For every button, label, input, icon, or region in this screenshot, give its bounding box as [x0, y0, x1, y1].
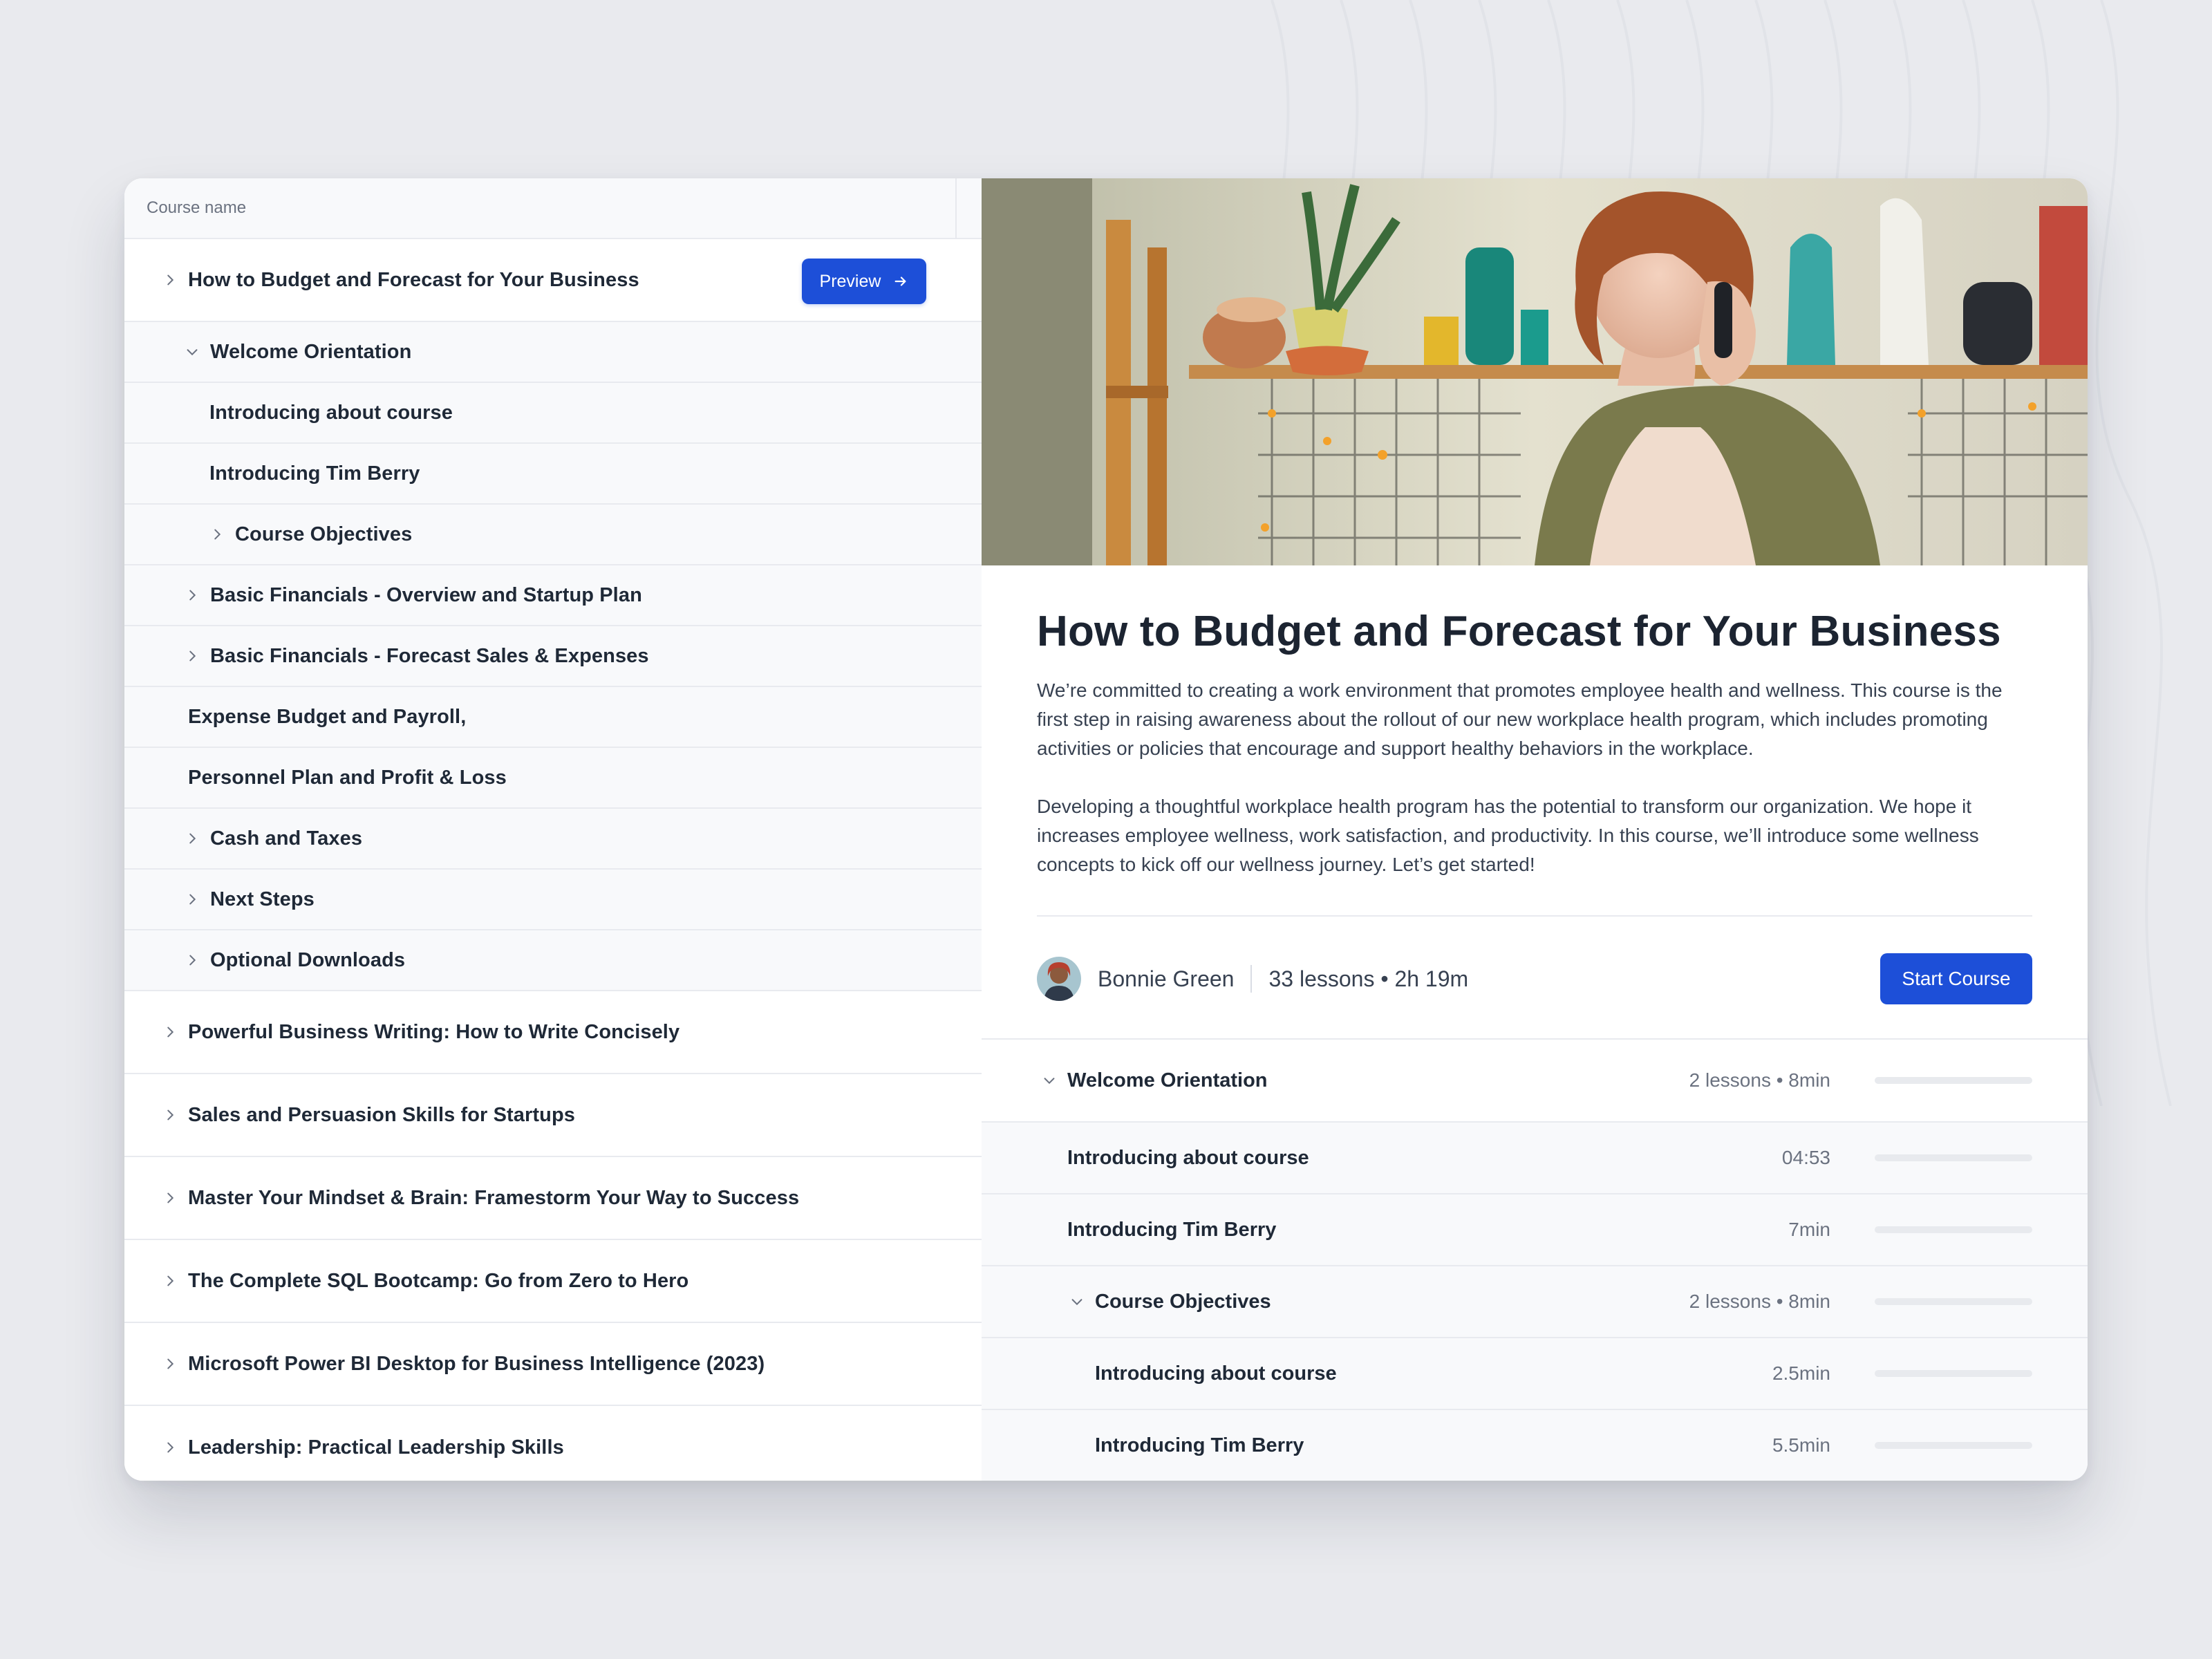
course-title: How to Budget and Forecast for Your Busi… — [188, 268, 639, 291]
meta-separator — [1250, 965, 1253, 993]
start-course-button[interactable]: Start Course — [1880, 953, 2032, 1004]
chevron-right-icon[interactable] — [205, 522, 229, 547]
outline-lesson[interactable]: Introducing about course 2.5min — [982, 1337, 2088, 1409]
lesson-row-introducing-tim-berry[interactable]: Introducing Tim Berry — [124, 444, 982, 505]
course-row[interactable]: The Complete SQL Bootcamp: Go from Zero … — [124, 1240, 982, 1323]
course-card: Course name How to Budget and Forecast f… — [124, 178, 2088, 1481]
outline-section-welcome-orientation[interactable]: Welcome Orientation 2 lessons • 8min — [982, 1038, 2088, 1121]
lesson-outline: Welcome Orientation 2 lessons • 8min Int… — [982, 1038, 2088, 1481]
description-paragraph: We’re committed to creating a work envir… — [1037, 679, 2003, 759]
course-name-column-header: Course name — [124, 178, 982, 239]
divider — [1037, 915, 2032, 917]
chevron-right-icon[interactable] — [158, 1268, 182, 1293]
lesson-duration: 2.5min — [1772, 1362, 1830, 1384]
chevron-down-icon[interactable] — [1037, 1068, 1062, 1093]
chevron-right-icon[interactable] — [180, 887, 205, 912]
outline-section-course-objectives[interactable]: Course Objectives 2 lessons • 8min — [982, 1265, 2088, 1337]
progress-bar — [1875, 1442, 2032, 1449]
course-stats: 33 lessons • 2h 19m — [1268, 966, 1469, 991]
arrow-right-icon — [895, 276, 906, 286]
outline-lesson[interactable]: Introducing Tim Berry 5.5min — [982, 1409, 2088, 1481]
course-hero-image — [982, 178, 2088, 565]
chevron-right-icon[interactable] — [158, 1020, 182, 1044]
section-row-optional-downloads[interactable]: Optional Downloads — [124, 930, 982, 991]
section-row-basic-financials-forecast[interactable]: Basic Financials - Forecast Sales & Expe… — [124, 626, 982, 687]
lesson-row-introducing-about-course[interactable]: Introducing about course — [124, 383, 982, 444]
lesson-duration: 5.5min — [1772, 1434, 1830, 1456]
progress-bar — [1875, 1298, 2032, 1305]
lesson-duration: 04:53 — [1781, 1147, 1830, 1168]
lesson-duration: 2 lessons • 8min — [1689, 1291, 1830, 1312]
outline-lesson[interactable]: Introducing about course 04:53 — [982, 1121, 2088, 1193]
progress-bar — [1875, 1154, 2032, 1161]
chevron-right-icon[interactable] — [180, 644, 205, 668]
section-row-cash-and-taxes[interactable]: Cash and Taxes — [124, 809, 982, 870]
course-description: We’re committed to creating a work envir… — [1037, 676, 2032, 908]
chevron-right-icon[interactable] — [158, 1185, 182, 1210]
lesson-duration: 2 lessons • 8min — [1689, 1069, 1830, 1091]
lesson-row-personnel-plan[interactable]: Personnel Plan and Profit & Loss — [124, 748, 982, 809]
description-paragraph: Developing a thoughtful workplace health… — [1037, 796, 1979, 875]
chevron-right-icon[interactable] — [158, 268, 182, 292]
section-row-basic-financials-overview[interactable]: Basic Financials - Overview and Startup … — [124, 565, 982, 626]
section-row-welcome-orientation[interactable]: Welcome Orientation — [124, 322, 982, 383]
lesson-row-expense-budget[interactable]: Expense Budget and Payroll, — [124, 687, 982, 748]
chevron-right-icon[interactable] — [180, 583, 205, 608]
course-detail-panel: How to Budget and Forecast for Your Busi… — [982, 178, 2088, 1481]
course-row[interactable]: Powerful Business Writing: How to Write … — [124, 991, 982, 1074]
lesson-duration: 7min — [1788, 1219, 1830, 1240]
outline-lesson[interactable]: Introducing Tim Berry 7min — [982, 1193, 2088, 1265]
progress-bar — [1875, 1226, 2032, 1233]
avatar[interactable] — [1037, 957, 1081, 1001]
section-row-next-steps[interactable]: Next Steps — [124, 870, 982, 930]
chevron-right-icon[interactable] — [158, 1351, 182, 1376]
course-row[interactable]: Master Your Mindset & Brain: Framestorm … — [124, 1157, 982, 1240]
section-row-course-objectives[interactable]: Course Objectives — [124, 505, 982, 565]
chevron-down-icon[interactable] — [180, 339, 205, 364]
course-row-expanded[interactable]: How to Budget and Forecast for Your Busi… — [124, 239, 982, 322]
author-name[interactable]: Bonnie Green — [1098, 966, 1234, 992]
course-detail-title: How to Budget and Forecast for Your Busi… — [1037, 608, 2001, 655]
chevron-right-icon[interactable] — [158, 1435, 182, 1460]
progress-bar — [1875, 1077, 2032, 1084]
progress-bar — [1875, 1370, 2032, 1377]
course-row[interactable]: Leadership: Practical Leadership Skills — [124, 1406, 982, 1481]
course-meta: Bonnie Green 33 lessons • 2h 19m Start C… — [1037, 953, 2032, 1005]
preview-button[interactable]: Preview — [802, 259, 926, 304]
course-row[interactable]: Microsoft Power BI Desktop for Business … — [124, 1323, 982, 1406]
course-list-panel: Course name How to Budget and Forecast f… — [124, 178, 982, 1481]
chevron-down-icon[interactable] — [1065, 1289, 1089, 1314]
chevron-right-icon[interactable] — [180, 948, 205, 973]
course-row[interactable]: Sales and Persuasion Skills for Startups — [124, 1074, 982, 1157]
chevron-right-icon[interactable] — [180, 826, 205, 851]
chevron-right-icon[interactable] — [158, 1103, 182, 1127]
